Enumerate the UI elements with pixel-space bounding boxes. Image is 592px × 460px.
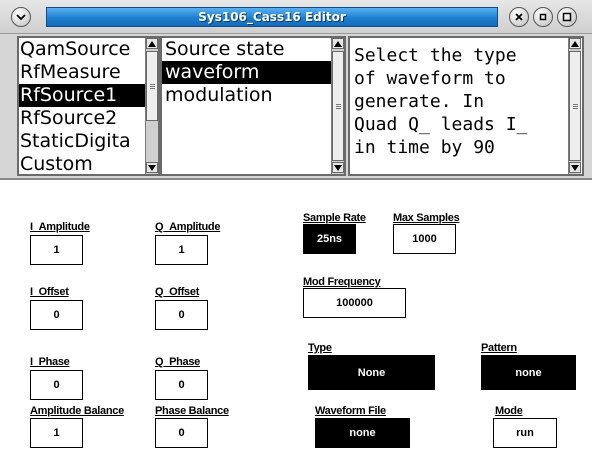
scroll-up-icon[interactable]	[569, 38, 581, 49]
amplitude-balance-label: Amplitude Balance	[30, 405, 124, 417]
q-offset-field[interactable]: 0	[155, 300, 208, 330]
phase-balance-label: Phase Balance	[155, 405, 229, 417]
phase-balance-field[interactable]: 0	[155, 418, 208, 448]
description-line: in time by 90	[354, 137, 495, 158]
amplitude-balance-field[interactable]: 1	[30, 418, 83, 448]
list-item[interactable]: Custom	[19, 153, 158, 174]
description-text: Select the type of waveform to generate.…	[348, 36, 584, 176]
type-dropdown[interactable]: None	[308, 355, 435, 390]
close-icon[interactable]	[509, 7, 529, 27]
pattern-dropdown[interactable]: none	[481, 355, 576, 390]
waveform-file-label: Waveform File	[315, 405, 386, 417]
list-item-selected[interactable]: RfSource1	[19, 84, 158, 107]
list-item[interactable]: RfSource2	[19, 107, 158, 130]
i-offset-field[interactable]: 0	[30, 300, 83, 330]
waveform-file-field[interactable]: none	[315, 418, 410, 448]
i-amplitude-field[interactable]: 1	[30, 235, 83, 265]
mode-field[interactable]: run	[493, 418, 557, 448]
list-item-selected[interactable]: waveform	[162, 61, 333, 84]
description-line: Quad Q_ leads I_	[354, 114, 528, 135]
q-phase-field[interactable]: 0	[155, 370, 208, 400]
sample-rate-field[interactable]: 25ns	[303, 224, 356, 254]
max-samples-label: Max Samples	[393, 212, 460, 224]
q-phase-label: Q_Phase	[155, 356, 200, 368]
description-line: Select the type	[354, 45, 517, 66]
objects-scrollbar[interactable]	[145, 38, 158, 174]
minimize-icon[interactable]	[533, 7, 553, 27]
list-item[interactable]: QamSource	[19, 38, 158, 61]
q-amplitude-field[interactable]: 1	[155, 235, 208, 265]
i-offset-label: I_Offset	[30, 286, 69, 298]
i-phase-field[interactable]: 0	[30, 370, 83, 400]
chevron-down-icon[interactable]	[11, 7, 31, 27]
maximize-icon[interactable]	[557, 7, 577, 27]
scroll-down-icon[interactable]	[146, 162, 158, 173]
i-phase-label: I_Phase	[30, 356, 70, 368]
scroll-thumb[interactable]	[332, 51, 344, 161]
scroll-thumb[interactable]	[146, 51, 158, 121]
objects-list[interactable]: QamSource RfMeasure RfSource1 RfSource2 …	[17, 36, 160, 176]
description-line: generate. In	[354, 91, 485, 112]
list-item[interactable]: modulation	[162, 84, 344, 107]
i-amplitude-label: I_Amplitude	[30, 221, 90, 233]
mod-frequency-label: Mod Frequency	[303, 276, 381, 288]
scroll-thumb[interactable]	[569, 51, 581, 161]
list-item[interactable]: Source state	[162, 38, 344, 61]
list-item[interactable]: RfMeasure	[19, 61, 158, 84]
properties-list[interactable]: Source state waveform modulation	[160, 36, 346, 176]
mode-label: Mode	[495, 405, 523, 417]
scroll-up-icon[interactable]	[332, 38, 344, 49]
description-line: of waveform to	[354, 68, 506, 89]
sample-rate-label: Sample Rate	[303, 212, 366, 224]
list-item[interactable]: StaticDigita	[19, 130, 158, 153]
description-scrollbar[interactable]	[568, 38, 581, 174]
window-title: Sys106_Cass16 Editor	[198, 10, 346, 24]
type-label: Type	[308, 342, 332, 354]
properties-scrollbar[interactable]	[331, 38, 344, 174]
scroll-up-icon[interactable]	[146, 38, 158, 49]
mod-frequency-field[interactable]: 100000	[303, 288, 406, 318]
q-amplitude-label: Q_Amplitude	[155, 221, 221, 233]
scroll-down-icon[interactable]	[332, 162, 344, 173]
pattern-label: Pattern	[481, 342, 517, 354]
max-samples-field[interactable]: 1000	[393, 224, 456, 254]
scroll-down-icon[interactable]	[569, 162, 581, 173]
q-offset-label: Q_Offset	[155, 286, 200, 298]
